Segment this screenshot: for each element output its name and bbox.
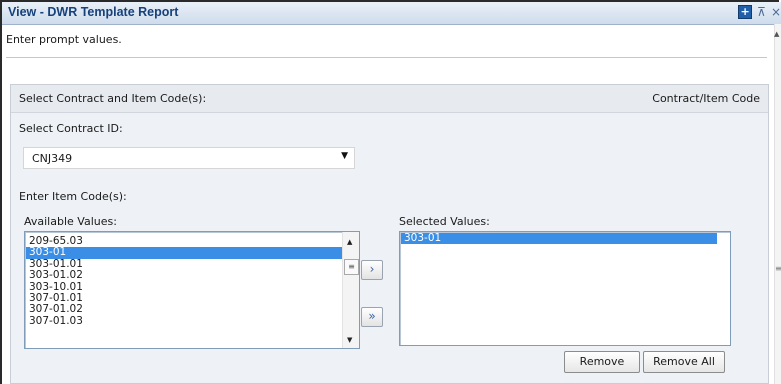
list-item[interactable]: 307-01.03: [26, 315, 343, 327]
window-title: View - DWR Template Report: [8, 5, 179, 19]
title-bar: View - DWR Template Report + ⊼ ×: [2, 2, 781, 25]
scroll-up-icon[interactable]: ▲: [347, 238, 352, 246]
scroll-up-icon[interactable]: ▲: [774, 30, 779, 38]
add-all-button[interactable]: »: [361, 307, 383, 327]
contract-select-value: CNJ349: [32, 152, 73, 165]
contract-label: Select Contract ID:: [19, 122, 123, 135]
remove-button[interactable]: Remove: [564, 351, 640, 373]
prompt-panel: Select Contract and Item Code(s): Contra…: [10, 84, 769, 384]
prompt-instruction: Enter prompt values.: [6, 33, 122, 46]
selected-values-list[interactable]: 303-01: [399, 231, 731, 346]
add-selected-button[interactable]: ›: [361, 260, 383, 280]
list-item[interactable]: 303-01.02: [26, 269, 343, 281]
pin-icon[interactable]: ⊼: [757, 6, 766, 18]
page-scrollbar[interactable]: ▲ ≡: [774, 24, 781, 384]
list-item[interactable]: 209-65.03: [26, 235, 343, 247]
selected-items: 303-01: [401, 232, 717, 245]
selected-values-label: Selected Values:: [399, 215, 490, 228]
divider: [6, 57, 767, 58]
available-values-label: Available Values:: [24, 215, 117, 228]
scroll-grip-icon[interactable]: ≡: [775, 264, 781, 273]
close-icon[interactable]: ×: [771, 6, 781, 18]
chevron-down-icon[interactable]: ▼: [341, 151, 348, 161]
contract-select[interactable]: CNJ349 ▼: [23, 147, 355, 169]
remove-all-button[interactable]: Remove All: [643, 351, 725, 373]
available-values-list[interactable]: 209-65.03 303-01 303-01.01 303-01.02 303…: [24, 231, 360, 349]
available-list-scrollbar[interactable]: ▲ ≡ ▼: [342, 232, 359, 348]
maximize-icon[interactable]: +: [738, 5, 753, 19]
available-items: 209-65.03 303-01 303-01.01 303-01.02 303…: [26, 235, 343, 327]
scroll-thumb[interactable]: ≡: [344, 259, 359, 275]
window-controls: + ⊼ ×: [738, 5, 781, 19]
panel-header: Select Contract and Item Code(s): Contra…: [11, 85, 768, 113]
section-tag: Contract/Item Code: [652, 92, 760, 105]
item-codes-label: Enter Item Code(s):: [19, 190, 127, 203]
section-title: Select Contract and Item Code(s):: [19, 92, 207, 105]
scroll-down-icon[interactable]: ▼: [347, 336, 352, 344]
list-item[interactable]: 303-01: [401, 232, 717, 245]
